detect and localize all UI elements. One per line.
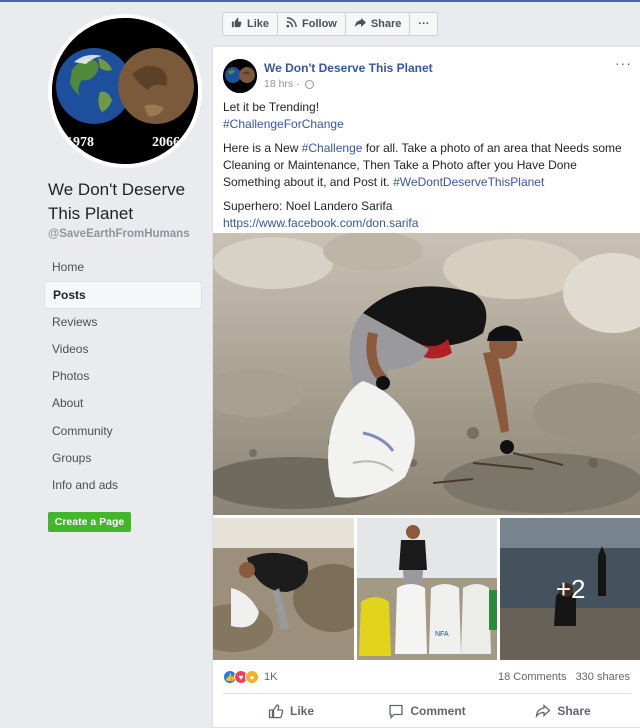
- photo-thumbnail[interactable]: [213, 518, 354, 660]
- more-photos-count: +2: [500, 518, 640, 660]
- post-text-part: Here is a New: [223, 141, 302, 155]
- post-like-button[interactable]: Like: [223, 699, 359, 723]
- post-avatar[interactable]: [223, 59, 257, 93]
- profile-url-link[interactable]: https://www.facebook.com/don.sarifa: [223, 216, 418, 230]
- hashtag-challengeforchange[interactable]: #ChallengeForChange: [223, 117, 344, 131]
- share-arrow-icon: [354, 17, 366, 31]
- post-actions: Like Comment Share: [223, 699, 631, 723]
- wow-reaction-icon: ●: [245, 670, 259, 684]
- nav-item-info-and-ads[interactable]: Info and ads: [44, 472, 202, 499]
- photo-thumbnail-more[interactable]: +2: [500, 518, 640, 660]
- page-share-label: Share: [370, 18, 402, 30]
- reaction-summary[interactable]: 👍 ♥ ● 1K: [223, 669, 277, 685]
- post-author-link[interactable]: We Don't Deserve This Planet: [264, 61, 433, 75]
- page-action-bar: Like Follow Share ···: [222, 12, 439, 36]
- nav-item-groups[interactable]: Groups: [44, 445, 202, 472]
- engagement-counts: 18 Comments 330 shares: [492, 671, 630, 683]
- page-title[interactable]: We Don't Deserve This Planet: [48, 178, 208, 226]
- hashtag-challenge[interactable]: #Challenge: [302, 141, 363, 155]
- post-meta: 18 hrs ·: [264, 78, 314, 90]
- rss-icon: [286, 17, 297, 31]
- globe-icon: [304, 79, 314, 89]
- nav-item-videos[interactable]: Videos: [44, 336, 202, 363]
- post-comment-label: Comment: [410, 704, 466, 718]
- page-share-button[interactable]: Share: [346, 13, 411, 35]
- year-right-label: 2066: [152, 135, 180, 150]
- photo-thumbnails: NFA +2: [213, 518, 640, 660]
- comment-bubble-icon: [389, 704, 403, 719]
- shares-count-link[interactable]: 330 shares: [576, 671, 630, 683]
- nav-item-posts[interactable]: Posts: [44, 281, 202, 309]
- page-like-button[interactable]: Like: [223, 13, 279, 35]
- nav-item-about[interactable]: About: [44, 390, 202, 417]
- post-options-button[interactable]: ···: [615, 55, 632, 71]
- svg-text:NFA: NFA: [435, 631, 449, 638]
- reaction-count: 1K: [264, 671, 278, 683]
- follow-button[interactable]: Follow: [278, 13, 346, 35]
- share-arrow-icon: [535, 704, 551, 719]
- nav-item-reviews[interactable]: Reviews: [44, 309, 202, 336]
- post-comment-button[interactable]: Comment: [359, 699, 495, 723]
- hashtag-wedontdeservethisplanet[interactable]: #WeDontDeserveThisPlanet: [393, 175, 544, 189]
- page-like-label: Like: [247, 18, 270, 30]
- page-handle[interactable]: @SaveEarthFromHumans: [48, 228, 190, 240]
- page-nav: Home Posts Reviews Videos Photos About C…: [44, 254, 202, 500]
- post-body: Let it be Trending! #ChallengeForChange …: [223, 99, 635, 239]
- post-timestamp[interactable]: 18 hrs ·: [264, 78, 300, 90]
- post-line-1: Let it be Trending!: [223, 100, 320, 114]
- create-page-button[interactable]: Create a Page: [48, 512, 131, 532]
- page-more-button[interactable]: ···: [410, 13, 437, 35]
- photo-thumbnail[interactable]: NFA: [356, 518, 498, 660]
- comments-count-link[interactable]: 18 Comments: [498, 671, 566, 683]
- profile-picture[interactable]: 1978 2066: [48, 14, 202, 168]
- follow-label: Follow: [302, 18, 337, 30]
- post-share-button[interactable]: Share: [495, 699, 631, 723]
- post-card: We Don't Deserve This Planet 18 hrs · ··…: [212, 46, 640, 728]
- divider: [223, 693, 631, 694]
- post-main-photo[interactable]: [213, 233, 640, 515]
- year-left-label: 1978: [66, 135, 94, 150]
- nav-item-photos[interactable]: Photos: [44, 363, 202, 390]
- sidebar: 1978 2066 We Don't Deserve This Planet @…: [0, 2, 212, 728]
- post-share-label: Share: [557, 704, 591, 718]
- thumbs-up-icon: [231, 17, 242, 31]
- thumbs-up-icon: [268, 704, 284, 719]
- nav-item-community[interactable]: Community: [44, 418, 202, 445]
- post-like-label: Like: [289, 704, 314, 718]
- nav-item-home[interactable]: Home: [44, 254, 202, 281]
- superhero-credit: Superhero: Noel Landero Sarifa: [223, 199, 393, 213]
